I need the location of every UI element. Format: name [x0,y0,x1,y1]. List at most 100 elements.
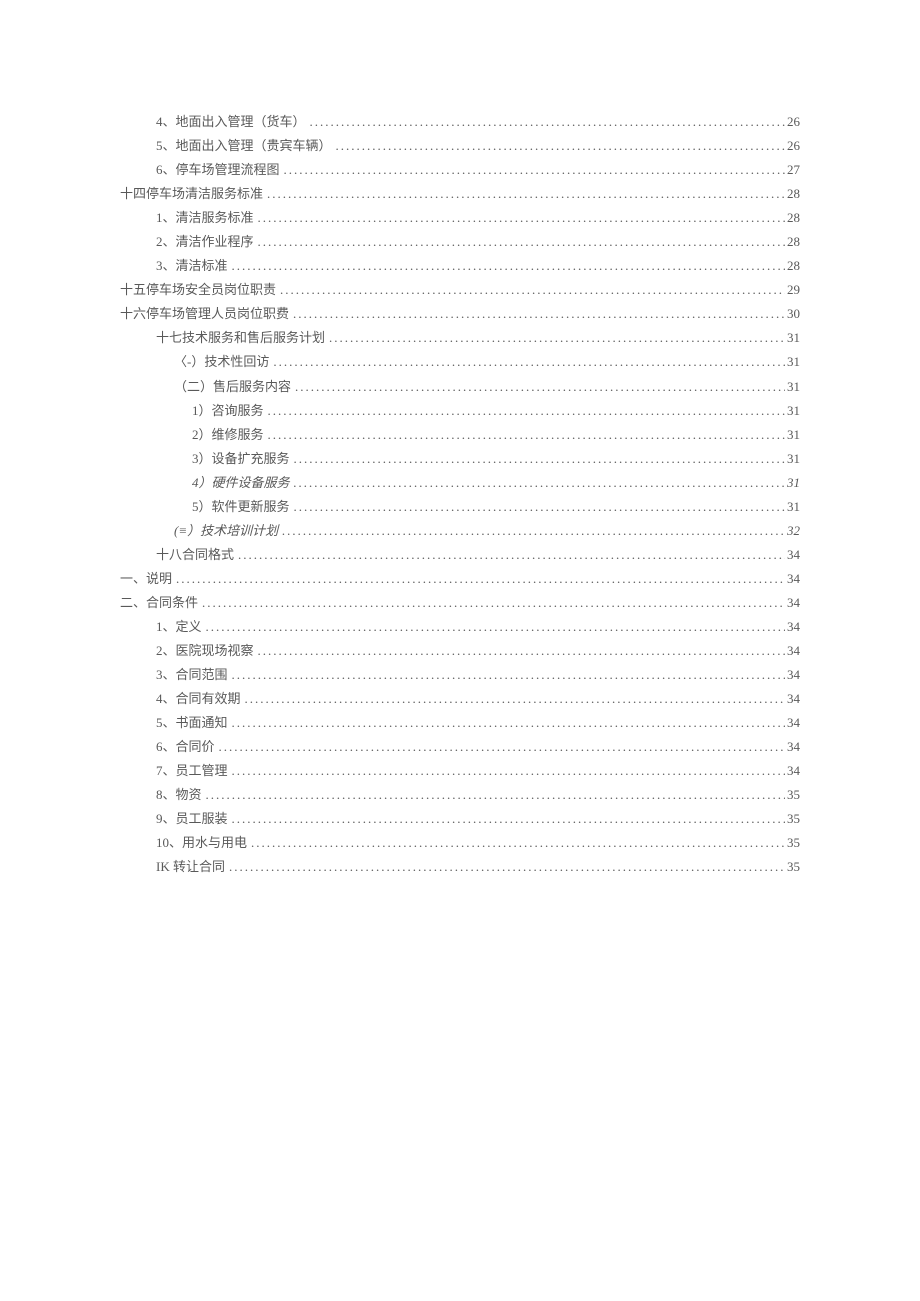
toc-entry: 十四停车场清洁服务标准 28 [120,182,800,206]
toc-entry: （二）售后服务内容31 [120,375,800,399]
toc-entry: 2、医院现场视察34 [120,639,800,663]
toc-leader-dots [219,735,785,759]
toc-entry: 1）咨询服务31 [120,399,800,423]
toc-entry: 3）设备扩充服务 31 [120,447,800,471]
toc-entry: 3、清洁标准 28 [120,254,800,278]
toc-page-number: 34 [787,759,800,783]
toc-title: 6、停车场管理流程图 [156,158,280,182]
toc-page-number: 29 [787,278,800,302]
toc-page-number: 35 [787,783,800,807]
toc-leader-dots [294,471,785,495]
toc-leader-dots [232,711,785,735]
toc-leader-dots [268,399,785,423]
toc-leader-dots [273,350,785,374]
toc-page-number: 31 [787,471,800,495]
toc-title: IK 转让合同 [156,855,225,879]
toc-title: 3）设备扩充服务 [192,447,290,471]
toc-title: 4、合同有效期 [156,687,241,711]
toc-title: 3、清洁标准 [156,254,228,278]
toc-page-number: 34 [787,663,800,687]
toc-entry: 5）软件更新服务 31 [120,495,800,519]
toc-title: 2）维修服务 [192,423,264,447]
toc-leader-dots [232,254,785,278]
toc-title: 二、合同条件 [120,591,198,615]
toc-page-number: 27 [787,158,800,182]
toc-leader-dots [294,447,785,471]
toc-leader-dots [258,230,785,254]
toc-page-number: 28 [787,182,800,206]
toc-entry: 3、合同范围 34 [120,663,800,687]
toc-leader-dots [238,543,785,567]
toc-title: 2、清洁作业程序 [156,230,254,254]
toc-title: 9、员工服装 [156,807,228,831]
toc-entry: 10、用水与用电 35 [120,831,800,855]
toc-leader-dots [251,831,785,855]
toc-page-number: 28 [787,206,800,230]
toc-title: 十七技术服务和售后服务计划 [156,326,325,350]
toc-title: 2、医院现场视察 [156,639,254,663]
toc-entry: 8、物资 35 [120,783,800,807]
toc-entry: 4、地面出入管理（货车） 26 [120,110,800,134]
toc-title: 6、合同价 [156,735,215,759]
toc-page-number: 34 [787,735,800,759]
toc-title: 4、地面出入管理（货车） [156,110,306,134]
toc-leader-dots [232,663,785,687]
toc-entry: 十七技术服务和售后服务计划 31 [120,326,800,350]
toc-leader-dots [294,495,785,519]
toc-entry: 十六停车场管理人员岗位职费 30 [120,302,800,326]
toc-leader-dots [258,639,785,663]
toc-title: 7、员工管理 [156,759,228,783]
toc-leader-dots [206,615,785,639]
toc-page-number: 34 [787,543,800,567]
toc-title: 5、书面通知 [156,711,228,735]
toc-title: 8、物资 [156,783,202,807]
toc-title: 一、说明 [120,567,172,591]
toc-leader-dots [282,519,785,543]
toc-page-number: 35 [787,807,800,831]
toc-page-number: 31 [787,447,800,471]
toc-leader-dots [206,783,785,807]
toc-entry: 2、清洁作业程序 28 [120,230,800,254]
toc-page-number: 31 [787,495,800,519]
toc-page-number: 35 [787,855,800,879]
toc-leader-dots [245,687,785,711]
toc-page-number: 35 [787,831,800,855]
toc-page-number: 34 [787,615,800,639]
toc-page-number: 34 [787,567,800,591]
toc-entry: 十五停车场安全员岗位职责29 [120,278,800,302]
toc-leader-dots [267,182,785,206]
toc-title: 十四停车场清洁服务标准 [120,182,263,206]
toc-leader-dots [280,278,785,302]
toc-leader-dots [329,326,785,350]
toc-leader-dots [293,302,785,326]
toc-title: 10、用水与用电 [156,831,247,855]
toc-page-number: 34 [787,711,800,735]
toc-page-number: 28 [787,230,800,254]
toc-page-number: 31 [787,350,800,374]
toc-title: 3、合同范围 [156,663,228,687]
toc-leader-dots [202,591,785,615]
toc-leader-dots [229,855,785,879]
toc-entry: (≡）技术培训计划32 [120,519,800,543]
toc-entry: 一、说明 34 [120,567,800,591]
toc-page-number: 34 [787,687,800,711]
toc-page-number: 32 [787,519,800,543]
toc-entry: 1、定义 34 [120,615,800,639]
toc-leader-dots [295,375,785,399]
toc-leader-dots [268,423,785,447]
toc-entry: 1、清洁服务标准28 [120,206,800,230]
toc-page-number: 31 [787,326,800,350]
toc-title: 1、定义 [156,615,202,639]
toc-entry: 6、合同价 34 [120,735,800,759]
toc-entry: 5、书面通知 34 [120,711,800,735]
toc-leader-dots [232,759,785,783]
toc-entry: 二、合同条件34 [120,591,800,615]
toc-title: 十八合同格式 [156,543,234,567]
toc-title: 5）软件更新服务 [192,495,290,519]
toc-entry: IK 转让合同 35 [120,855,800,879]
toc-title: 十六停车场管理人员岗位职费 [120,302,289,326]
toc-page-number: 26 [787,110,800,134]
toc-page-number: 30 [787,302,800,326]
toc-entry: 7、员工管理 34 [120,759,800,783]
toc-page-number: 28 [787,254,800,278]
